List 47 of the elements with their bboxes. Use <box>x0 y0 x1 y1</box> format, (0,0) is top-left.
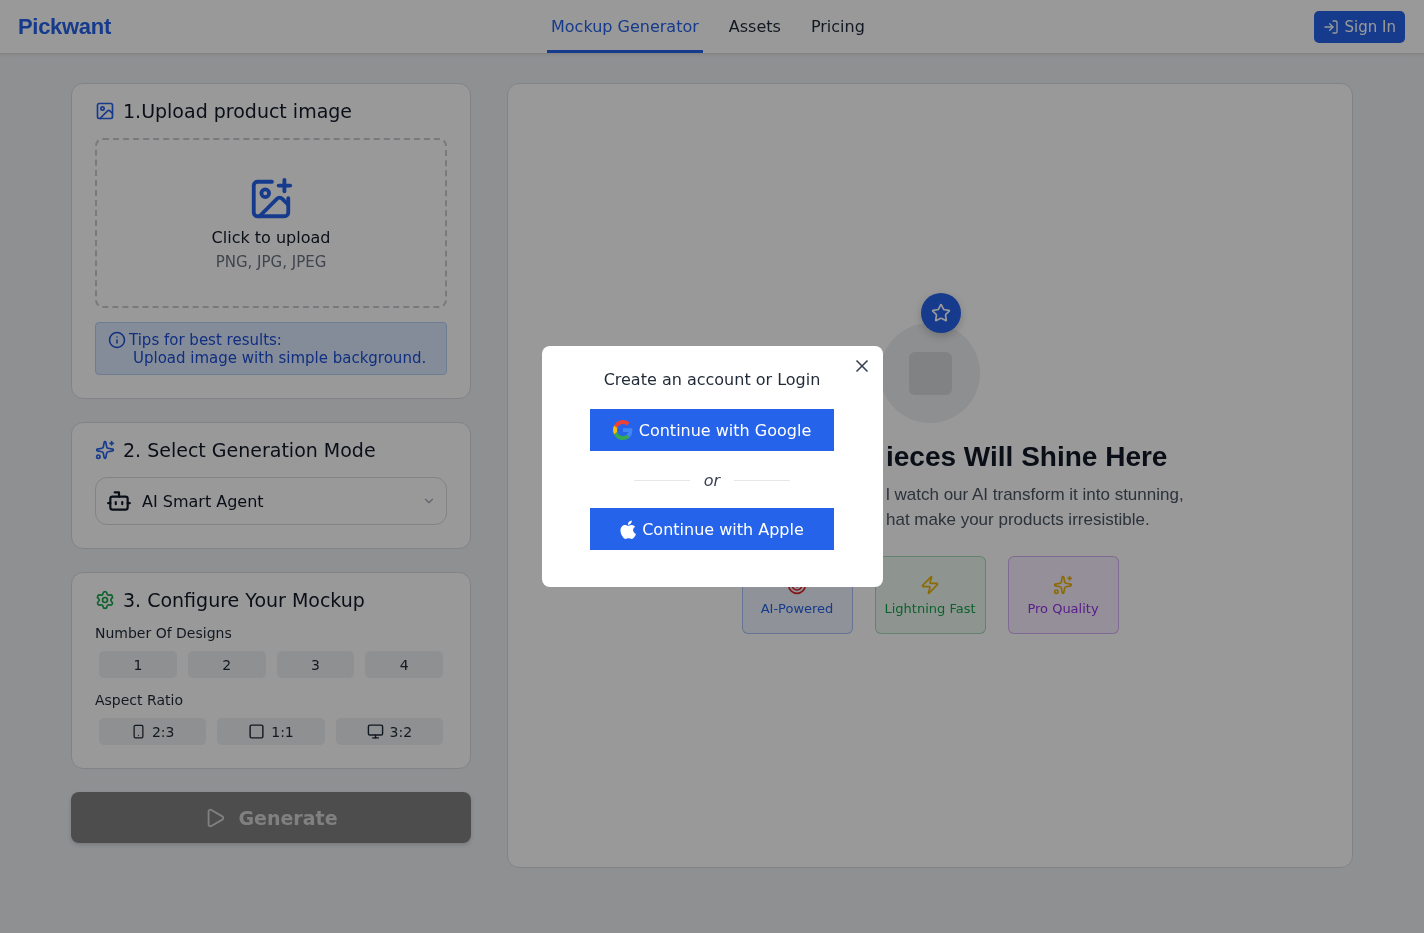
nav-tab[interactable]: Pricing <box>806 0 869 53</box>
formats-text: PNG, JPG, JPEG <box>215 252 327 271</box>
count-option[interactable]: 2 <box>187 651 266 678</box>
divider-text: or <box>703 470 721 490</box>
ratio-option[interactable]: 1:1 <box>217 718 325 745</box>
card-title: 3. Configure Your Mockup <box>123 589 365 611</box>
logo[interactable]: Pickwant <box>18 13 111 40</box>
preview-heading: ieces Will Shine Here <box>886 441 1168 473</box>
nav-tab[interactable]: Mockup Generator <box>547 0 703 53</box>
upload-dropzone[interactable]: Click to upload PNG, JPG, JPEG <box>95 138 447 308</box>
sparkles-icon <box>1053 574 1073 595</box>
info-icon <box>108 331 126 349</box>
ratio-option[interactable]: 2:3 <box>99 718 207 745</box>
feature-label: Pro Quality <box>1027 600 1099 616</box>
preview-description: l watch our AI transform it into stunning, <box>886 485 1184 505</box>
ratio-option[interactable]: 3:2 <box>335 718 443 745</box>
count-option[interactable]: 3 <box>276 651 355 678</box>
star-icon <box>931 303 951 323</box>
nav-tab[interactable]: Assets <box>724 0 785 53</box>
gear-icon <box>95 590 115 610</box>
count-option[interactable]: 1 <box>99 651 177 678</box>
mode-select[interactable]: AI Smart Agent <box>95 477 447 525</box>
sign-in-button[interactable]: Sign In <box>1313 10 1405 43</box>
field-label: Number Of Designs <box>95 625 233 641</box>
login-icon <box>1322 18 1339 35</box>
card-title: 2. Select Generation Mode <box>123 439 376 461</box>
dialog-title: Create an account or Login <box>603 370 821 389</box>
google-icon <box>612 420 633 440</box>
square-icon <box>248 723 266 740</box>
apple-icon <box>620 519 637 539</box>
count-option[interactable]: 4 <box>365 651 443 678</box>
monitor-icon <box>366 723 384 740</box>
robot-icon <box>106 488 132 514</box>
google-button[interactable]: Continue with Google <box>590 409 834 451</box>
card-title: 1.Upload product image <box>123 100 353 122</box>
tip-title: Tips for best results: <box>129 331 282 349</box>
field-label: Aspect Ratio <box>95 692 184 708</box>
image-icon <box>95 101 115 121</box>
tip-text: Upload image with simple background. <box>132 349 428 367</box>
sparkles-icon <box>95 440 115 460</box>
feature-label: Lightning Fast <box>884 600 976 616</box>
apple-button[interactable]: Continue with Apple <box>590 508 834 550</box>
upload-label: Click to upload <box>211 227 331 247</box>
lightning-icon <box>920 574 940 595</box>
phone-icon <box>130 724 146 739</box>
preview-description: hat make your products irresistible. <box>886 510 1150 530</box>
feature-label: AI-Powered <box>760 600 834 616</box>
